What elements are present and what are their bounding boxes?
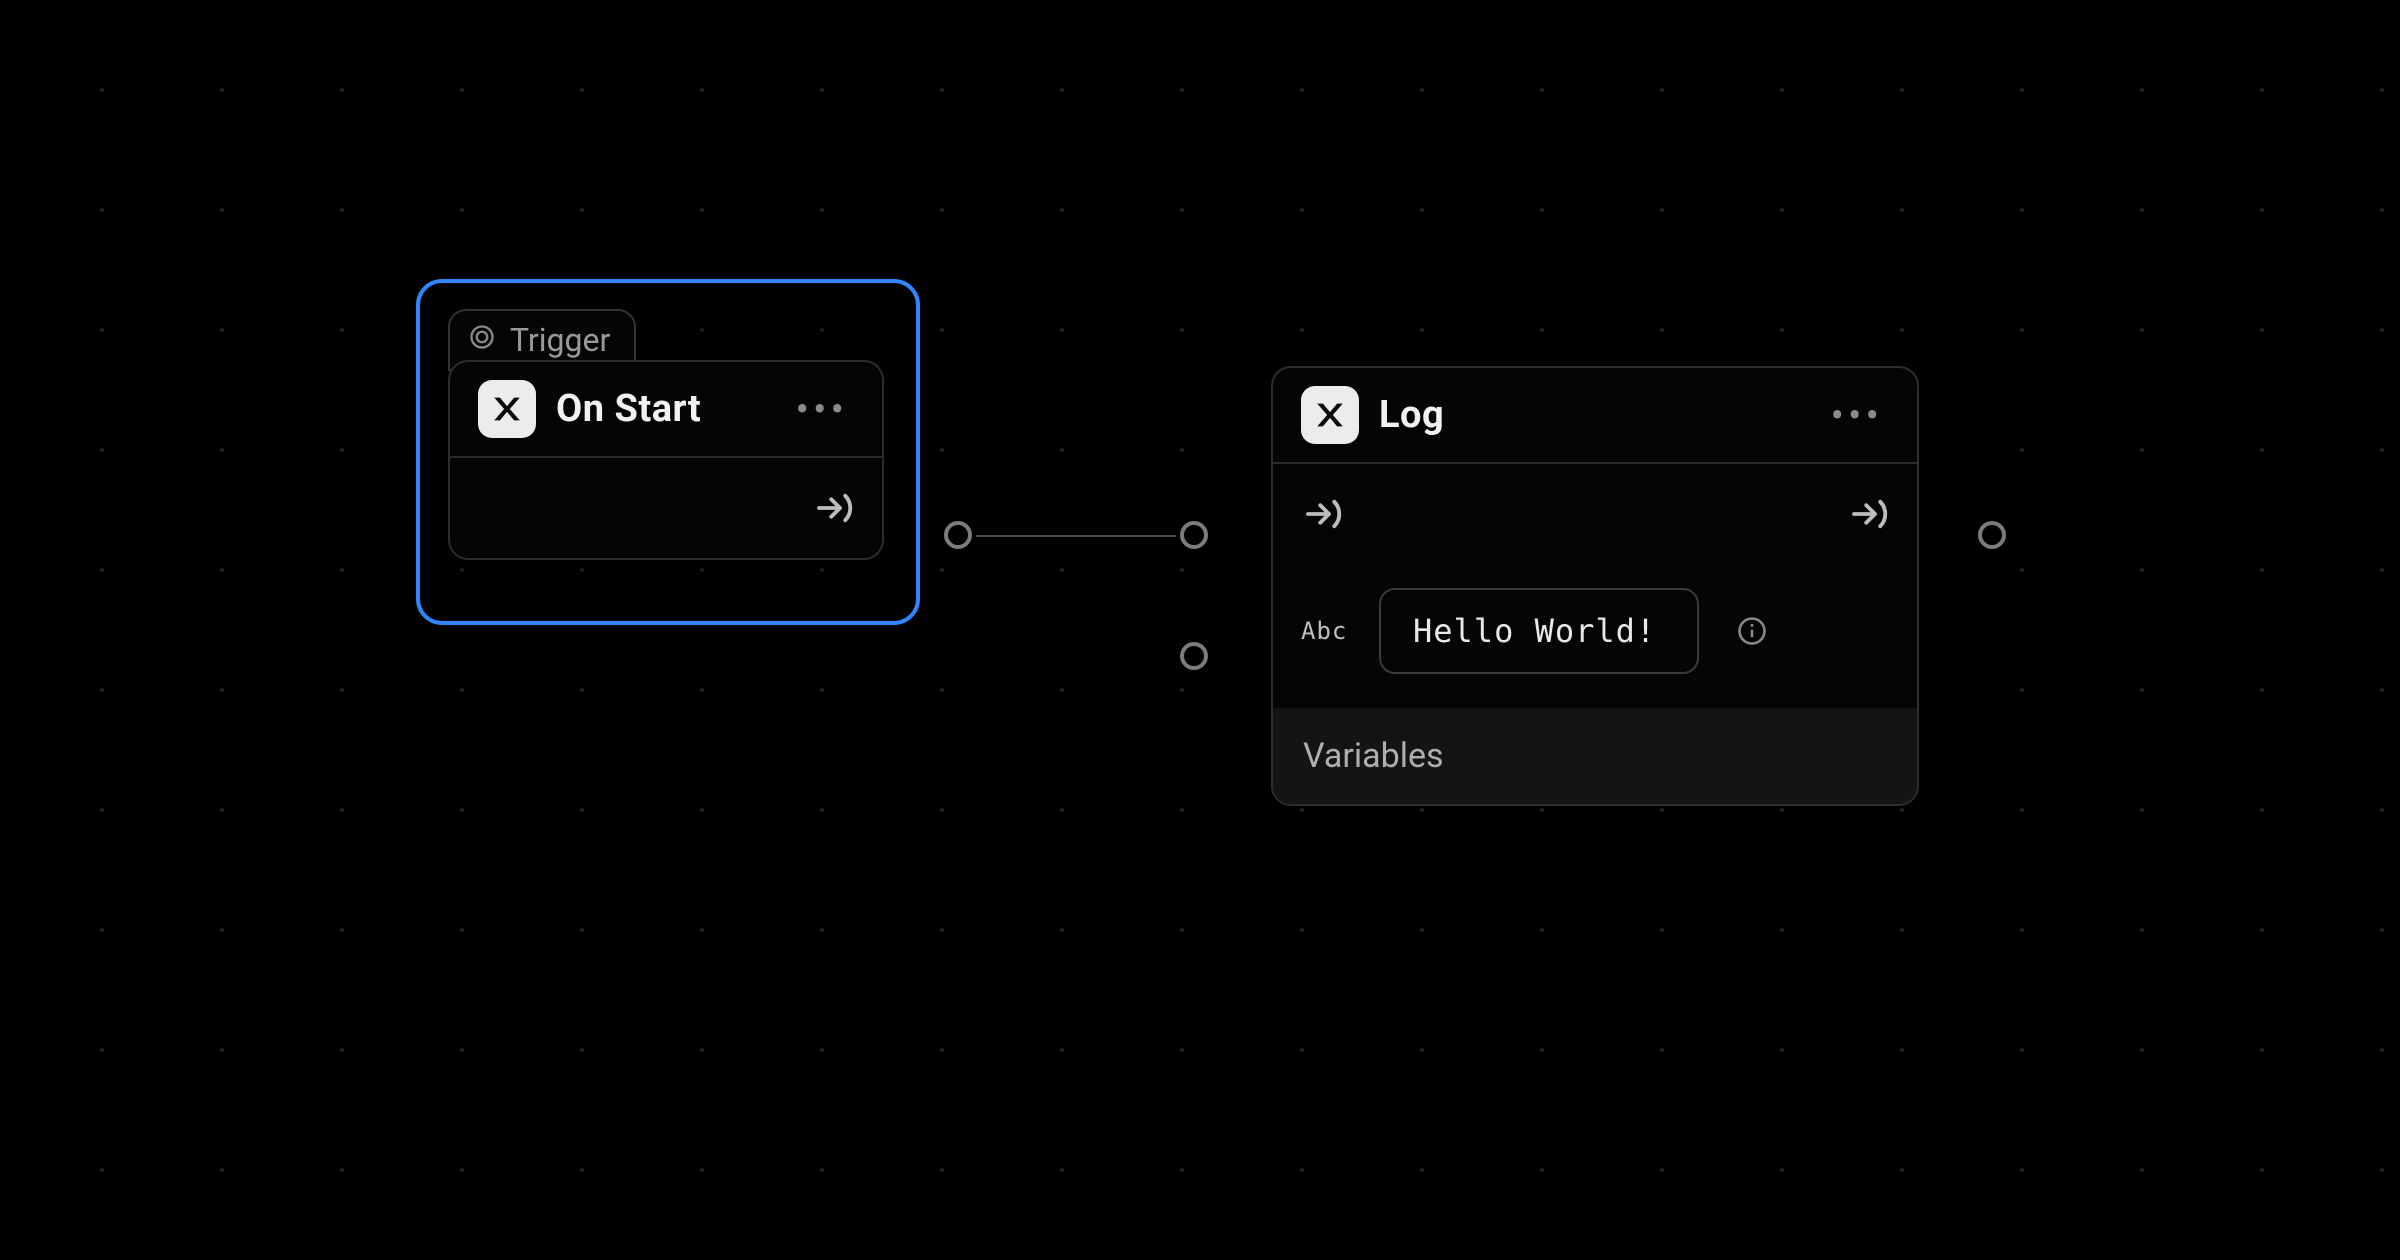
node-on-start[interactable]: On Start •••: [448, 360, 884, 560]
app-logo-icon: [1301, 386, 1359, 444]
node-title: On Start: [556, 387, 770, 431]
abc-type-label: Abc: [1301, 617, 1351, 645]
flow-out-icon[interactable]: [812, 487, 854, 529]
node-flow-row: [450, 458, 882, 558]
variables-label: Variables: [1303, 736, 1444, 776]
target-icon: [468, 321, 496, 359]
connection-edge[interactable]: [976, 535, 1176, 537]
node-more-button[interactable]: •••: [790, 386, 855, 433]
input-port-secondary[interactable]: [1180, 642, 1208, 670]
info-icon[interactable]: [1737, 616, 1767, 646]
node-header: On Start •••: [450, 362, 882, 458]
trigger-tag-label: Trigger: [510, 321, 610, 359]
node-canvas[interactable]: [0, 0, 2400, 1260]
output-port[interactable]: [1978, 521, 2006, 549]
node-log[interactable]: Log ••• Abc Hello World! Variables: [1271, 366, 1919, 806]
node-flow-row: [1273, 464, 1917, 564]
node-title: Log: [1379, 393, 1805, 437]
log-text-input[interactable]: Hello World!: [1379, 588, 1699, 674]
log-text-row: Abc Hello World!: [1273, 564, 1917, 708]
node-more-button[interactable]: •••: [1825, 392, 1890, 439]
variables-section[interactable]: Variables: [1273, 708, 1917, 804]
node-header: Log •••: [1273, 368, 1917, 464]
output-port[interactable]: [944, 521, 972, 549]
flow-out-icon[interactable]: [1847, 493, 1889, 535]
flow-in-icon[interactable]: [1301, 493, 1343, 535]
input-port[interactable]: [1180, 521, 1208, 549]
app-logo-icon: [478, 380, 536, 438]
